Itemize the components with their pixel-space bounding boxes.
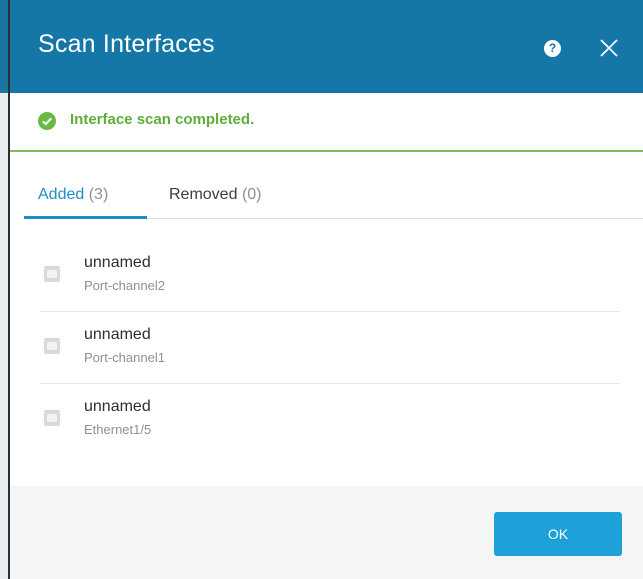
active-tab-indicator <box>24 216 147 219</box>
background-app-edge <box>0 0 10 579</box>
interface-icon <box>44 410 60 426</box>
interface-icon <box>44 266 60 282</box>
interface-list: unnamed Port-channel2 unnamed Port-chann… <box>40 240 620 455</box>
list-item[interactable]: unnamed Port-channel2 <box>40 240 620 312</box>
interface-port: Port-channel1 <box>84 350 165 365</box>
status-message: Interface scan completed. <box>70 111 255 128</box>
dialog-footer: OK <box>10 486 643 579</box>
list-item[interactable]: unnamed Ethernet1/5 <box>40 384 620 455</box>
interface-port: Port-channel2 <box>84 278 165 293</box>
interface-port: Ethernet1/5 <box>84 422 152 437</box>
tab-removed[interactable]: Removed (0) <box>169 186 262 204</box>
tab-added[interactable]: Added (3) <box>38 186 108 204</box>
tab-removed-label: Removed <box>169 186 238 203</box>
scan-interfaces-dialog: Scan Interfaces ? Interface scan complet… <box>10 0 643 579</box>
help-icon[interactable]: ? <box>544 40 561 57</box>
tab-added-count: (3) <box>88 186 109 203</box>
interface-name: unnamed <box>84 254 151 271</box>
interface-name: unnamed <box>84 398 151 415</box>
ok-button[interactable]: OK <box>494 512 622 556</box>
tab-added-label: Added <box>38 186 85 203</box>
tab-bar: Added (3) Removed (0) <box>24 168 643 219</box>
dialog-title: Scan Interfaces <box>38 30 215 58</box>
dialog-header: Scan Interfaces ? <box>10 0 643 93</box>
interface-icon <box>44 338 60 354</box>
interface-name: unnamed <box>84 326 151 343</box>
tab-removed-count: (0) <box>241 186 262 203</box>
check-circle-icon <box>38 112 56 130</box>
status-bar: Interface scan completed. <box>10 93 643 152</box>
close-icon[interactable] <box>597 36 621 60</box>
list-item[interactable]: unnamed Port-channel1 <box>40 312 620 384</box>
